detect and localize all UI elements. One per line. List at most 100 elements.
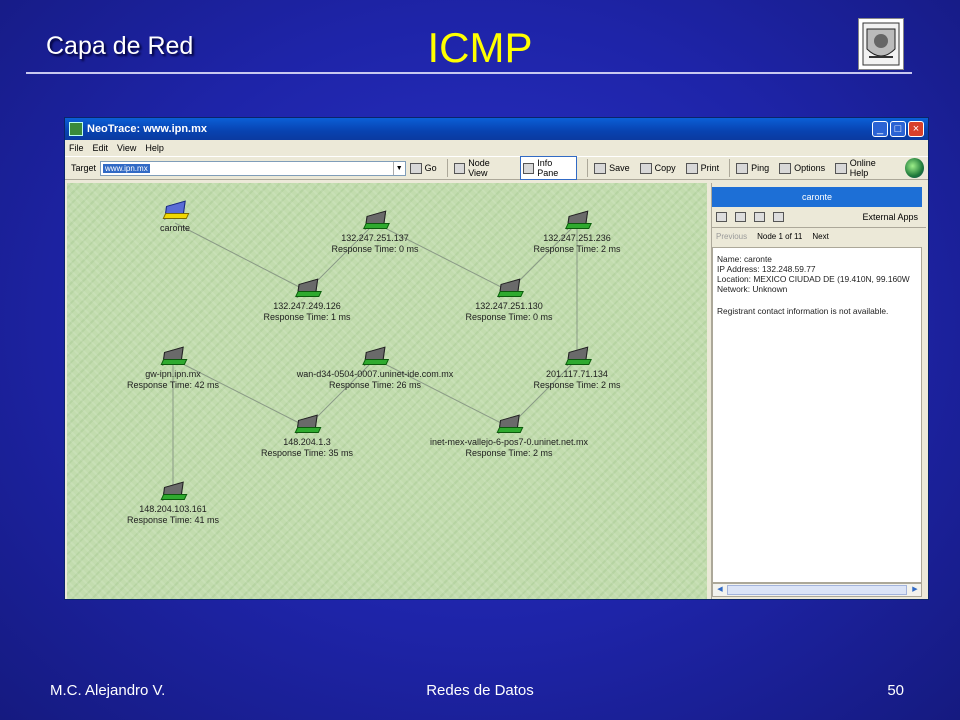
slide-title: ICMP <box>427 24 533 71</box>
university-logo <box>858 18 904 70</box>
menu-edit[interactable]: Edit <box>93 143 109 153</box>
info-pane-label: Info Pane <box>537 158 559 178</box>
info-details: Name: caronte IP Address: 132.248.59.77 … <box>712 247 922 583</box>
router-icon <box>564 210 592 231</box>
trace-node-caronte[interactable]: caronte <box>160 200 190 234</box>
trace-node[interactable]: wan-d34-0504-0007.uninet-ide.com.mx Resp… <box>296 346 454 391</box>
options-button[interactable]: Options <box>779 162 826 174</box>
info-pane-icon <box>522 162 535 174</box>
node-name: inet-mex-vallejo-6-pos7-0.uninet.net.mx <box>429 437 589 447</box>
help-globe-icon <box>835 162 847 174</box>
copy-label: Copy <box>654 163 676 173</box>
link-icon[interactable] <box>754 212 765 222</box>
print-icon <box>685 162 698 174</box>
go-button[interactable]: Go <box>409 162 437 174</box>
menu-view[interactable]: View <box>117 143 136 153</box>
trace-node[interactable]: 201.117.71.134 Response Time: 2 ms <box>533 346 621 391</box>
scroll-left-icon[interactable]: ◀ <box>714 585 726 595</box>
router-icon <box>160 481 188 502</box>
copy-button[interactable]: Copy <box>639 162 676 174</box>
menu-bar: File Edit View Help <box>65 140 928 156</box>
router-icon <box>362 346 390 367</box>
export-icon[interactable] <box>773 212 784 222</box>
trace-node[interactable]: gw-ipn.ipn.mx Response Time: 42 ms <box>127 346 219 391</box>
router-icon <box>294 414 322 435</box>
ping-button[interactable]: Ping <box>736 162 770 174</box>
ping-label: Ping <box>751 163 770 173</box>
node-view-label: Node View <box>468 158 490 178</box>
node-selector[interactable]: Node 1 of 11 <box>757 232 802 241</box>
previous-button[interactable]: Previous <box>716 232 747 241</box>
node-name: 201.117.71.134 <box>546 369 608 379</box>
toolbar-separator <box>587 159 589 177</box>
node-response-time: Response Time: 41 ms <box>126 515 220 525</box>
info-line: Name: caronte <box>717 254 772 264</box>
options-label: Options <box>794 163 826 173</box>
external-apps-button[interactable]: External Apps <box>862 212 918 222</box>
save-button[interactable]: Save <box>594 162 630 174</box>
chevron-down-icon[interactable]: ▼ <box>392 161 405 175</box>
node-response-time: Response Time: 35 ms <box>260 448 354 458</box>
save-icon <box>594 162 607 174</box>
ping-icon <box>736 162 749 174</box>
footer-page-number: 50 <box>887 682 904 699</box>
maximize-icon[interactable]: □ <box>890 121 906 137</box>
trace-node[interactable]: 132.247.251.236 Response Time: 2 ms <box>533 210 621 255</box>
neotrace-app-icon <box>69 122 83 136</box>
router-icon <box>496 278 524 299</box>
trace-node[interactable]: 132.247.249.126 Response Time: 1 ms <box>263 278 351 323</box>
node-name: 148.204.1.3 <box>283 437 331 447</box>
info-pane-navigation: Previous Node 1 of 11 Next <box>712 227 926 245</box>
router-icon <box>362 210 390 231</box>
trace-node[interactable]: 148.204.103.161 Response Time: 41 ms <box>126 481 220 526</box>
print-button[interactable]: Print <box>685 162 720 174</box>
toolbar-separator <box>446 159 448 177</box>
go-icon <box>409 162 422 174</box>
minimize-icon[interactable]: _ <box>872 121 888 137</box>
router-icon <box>160 346 188 367</box>
window-title: NeoTrace: www.ipn.mx <box>87 123 208 135</box>
print-label: Print <box>700 163 720 173</box>
slide-header: Capa de Red ICMP <box>0 0 960 80</box>
trace-node[interactable]: 132.247.251.137 Response Time: 0 ms <box>331 210 419 255</box>
save-label: Save <box>609 163 630 173</box>
node-name: 132.247.251.137 <box>341 233 409 243</box>
online-help-button[interactable]: Online Help <box>835 158 895 178</box>
scroll-right-icon[interactable]: ▶ <box>909 585 921 595</box>
options-icon <box>779 162 792 174</box>
menu-help[interactable]: Help <box>145 143 164 153</box>
toolbar: Target www.ipn.mx ▼ Go Node View Info Pa… <box>65 156 928 180</box>
trace-node[interactable]: 148.204.1.3 Response Time: 35 ms <box>260 414 354 459</box>
online-help-label: Online Help <box>849 158 876 178</box>
neotrace-globe-icon[interactable] <box>904 158 924 178</box>
close-icon[interactable]: × <box>908 121 924 137</box>
horizontal-scrollbar[interactable]: ◀ ▶ <box>712 583 922 597</box>
info-pane-button[interactable]: Info Pane <box>519 156 578 180</box>
trace-node[interactable]: inet-mex-vallejo-6-pos7-0.uninet.net.mx … <box>429 414 589 459</box>
next-button[interactable]: Next <box>812 232 828 241</box>
node-response-time: Response Time: 0 ms <box>465 312 553 322</box>
router-icon <box>294 278 322 299</box>
node-view-icon <box>453 162 466 174</box>
print-icon[interactable] <box>716 212 727 222</box>
node-response-time: Response Time: 2 ms <box>465 448 553 458</box>
target-input[interactable]: www.ipn.mx ▼ <box>100 160 406 176</box>
scroll-thumb[interactable] <box>727 585 907 595</box>
node-name: 148.204.103.161 <box>139 504 207 514</box>
menu-file[interactable]: File <box>69 143 84 153</box>
registrant-info: Registrant contact information is not av… <box>717 306 889 316</box>
trace-map[interactable]: caronte 132.247.251.137 Response Time: 0… <box>67 183 707 599</box>
node-name: wan-d34-0504-0007.uninet-ide.com.mx <box>296 369 454 379</box>
node-view-button[interactable]: Node View <box>453 158 510 178</box>
node-name: 132.247.251.236 <box>543 233 611 243</box>
node-name: 132.247.249.126 <box>273 301 341 311</box>
window-titlebar[interactable]: NeoTrace: www.ipn.mx _ □ × <box>65 118 928 140</box>
copy-icon[interactable] <box>735 212 746 222</box>
info-line: Location: MEXICO CIUDAD DE (19.410N, 99.… <box>717 274 910 284</box>
target-value: www.ipn.mx <box>103 163 150 173</box>
trace-node[interactable]: 132.247.251.130 Response Time: 0 ms <box>465 278 553 323</box>
info-pane: caronte External Apps Previous Node 1 of… <box>711 183 926 599</box>
node-name: gw-ipn.ipn.mx <box>145 369 201 379</box>
copy-icon <box>639 162 652 174</box>
